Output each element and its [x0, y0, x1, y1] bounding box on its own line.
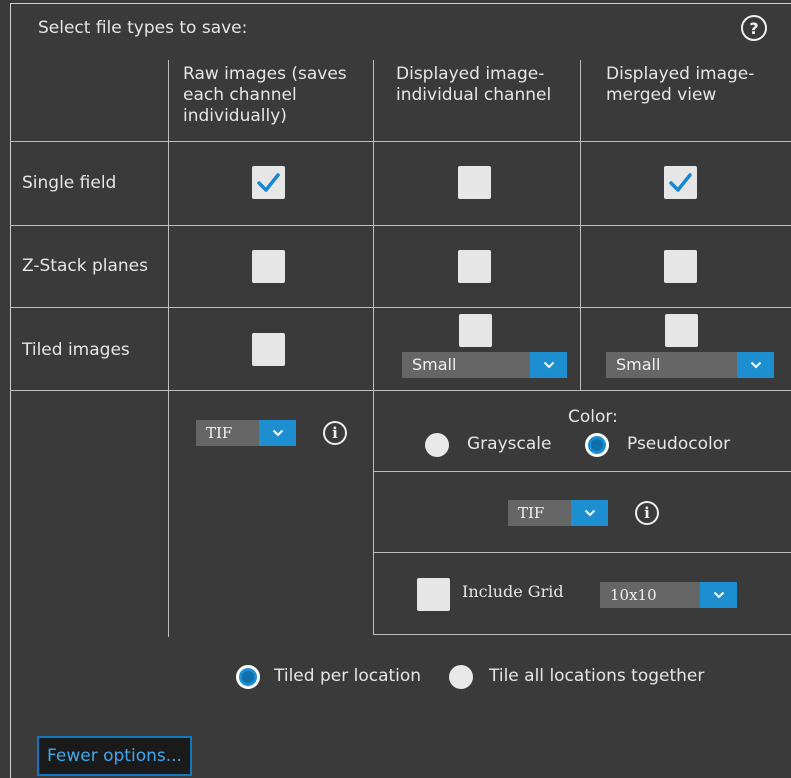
grid-size-dropdown[interactable]: 10x10	[600, 582, 737, 608]
radio-tiled-per-location[interactable]	[236, 665, 260, 689]
dropdown-value: TIF	[508, 500, 571, 526]
tiled-size-merged-dropdown[interactable]: Small	[606, 352, 774, 378]
row-divider-zstack	[10, 307, 791, 308]
radio-tiled-per-location-label: Tiled per location	[274, 666, 422, 686]
checkbox-tiled-raw[interactable]	[252, 333, 285, 366]
checkbox-zstack-individual[interactable]	[458, 250, 491, 283]
chevron-down-icon[interactable]	[700, 582, 737, 608]
displayed-format-dropdown[interactable]: TIF	[508, 500, 608, 526]
dialog-title: Select file types to save:	[38, 18, 248, 38]
row-label-zstack-planes: Z-Stack planes	[22, 256, 148, 276]
checkbox-tiled-individual[interactable]	[459, 314, 492, 347]
frame-top-border	[10, 3, 791, 4]
displayed-box-left	[373, 390, 374, 635]
dropdown-value: Small	[402, 352, 530, 378]
checkbox-single-merged[interactable]	[664, 166, 697, 199]
column-divider-1	[168, 60, 169, 637]
chevron-down-icon[interactable]	[259, 420, 296, 446]
fewer-options-button[interactable]: Fewer options...	[37, 736, 192, 776]
tiled-size-individual-dropdown[interactable]: Small	[402, 352, 567, 378]
radio-grayscale-label: Grayscale	[467, 434, 552, 454]
dropdown-value: Small	[606, 352, 737, 378]
include-grid-label: Include Grid	[462, 582, 564, 601]
radio-pseudocolor-label: Pseudocolor	[627, 434, 731, 454]
chevron-down-icon[interactable]	[737, 352, 774, 378]
column-header-individual: Displayed image-individual channel	[396, 64, 552, 105]
chevron-down-icon[interactable]	[530, 352, 567, 378]
radio-tile-all-locations-label: Tile all locations together	[489, 666, 705, 686]
column-header-raw: Raw images (saves each channel individua…	[183, 64, 347, 126]
checkbox-single-individual[interactable]	[458, 166, 491, 199]
checkbox-zstack-raw[interactable]	[252, 250, 285, 283]
info-icon[interactable]: i	[323, 421, 347, 445]
check-mark-icon	[257, 173, 280, 192]
row-label-tiled-images: Tiled images	[22, 340, 130, 360]
displayed-box-divider-1	[373, 471, 791, 472]
checkbox-zstack-merged[interactable]	[664, 250, 697, 283]
chevron-down-icon[interactable]	[571, 500, 608, 526]
checkbox-single-raw[interactable]	[252, 166, 285, 199]
row-label-single-field: Single field	[22, 173, 117, 193]
radio-grayscale[interactable]	[425, 433, 449, 457]
color-label: Color:	[568, 407, 618, 427]
question-circle-icon[interactable]: ?	[741, 15, 767, 41]
displayed-box-bottom	[373, 634, 791, 635]
radio-tile-all-locations[interactable]	[449, 665, 473, 689]
dropdown-value: TIF	[196, 420, 259, 446]
column-header-merged: Displayed image-merged view	[606, 64, 755, 105]
info-icon[interactable]: i	[635, 501, 659, 525]
check-mark-icon	[669, 173, 692, 192]
displayed-box-divider-2	[373, 552, 791, 553]
row-divider-header	[10, 141, 791, 142]
radio-pseudocolor[interactable]	[585, 433, 609, 457]
checkbox-tiled-merged[interactable]	[665, 314, 698, 347]
dropdown-value: 10x10	[600, 582, 700, 608]
raw-format-dropdown[interactable]: TIF	[196, 420, 296, 446]
row-divider-tiled	[10, 390, 791, 391]
include-grid-checkbox[interactable]	[417, 578, 450, 611]
row-divider-single	[10, 225, 791, 226]
